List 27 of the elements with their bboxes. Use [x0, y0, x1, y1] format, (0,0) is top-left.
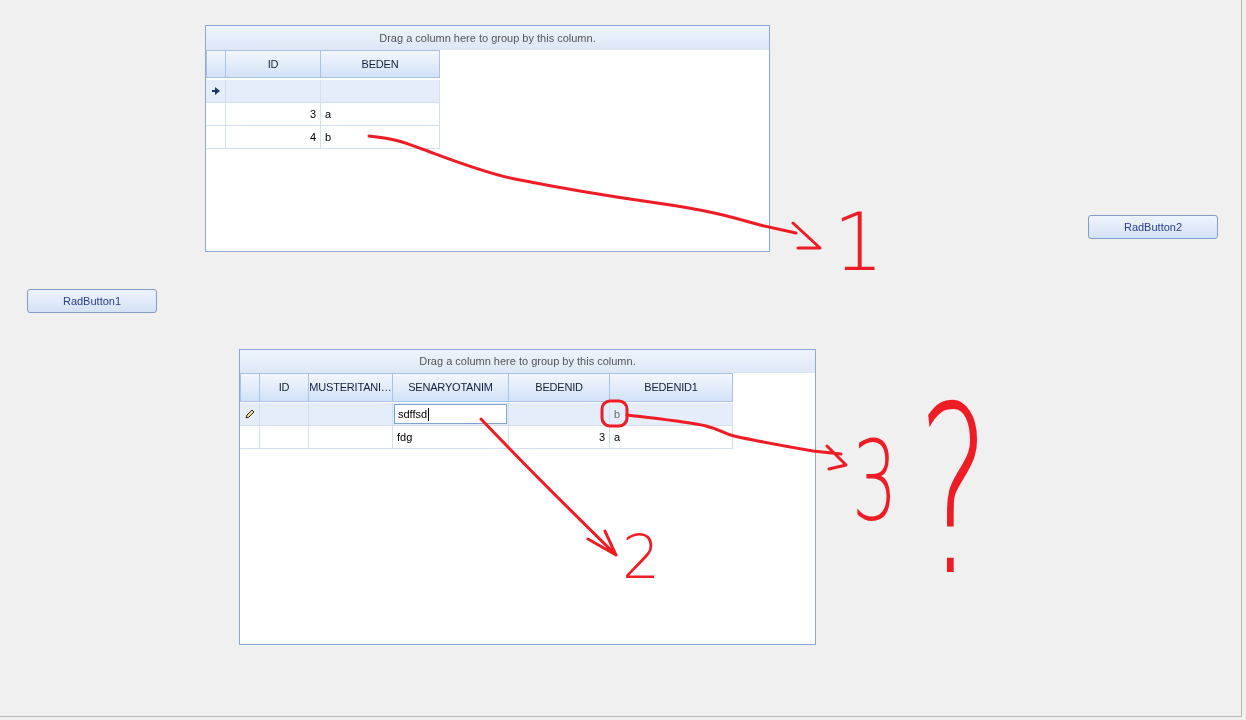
group-panel: Drag a column here to group by this column.	[206, 26, 769, 50]
table-cell: a	[321, 103, 440, 126]
handwritten-annotation: ?	[918, 376, 990, 608]
table-cell	[260, 426, 309, 449]
form-button[interactable]: RadButton1	[27, 289, 157, 313]
column-header[interactable]: SENARYOTANIM	[393, 373, 509, 402]
table-cell: fdg	[393, 426, 509, 449]
column-header[interactable]: MUSTERITANI…	[309, 373, 393, 402]
table-cell: b	[321, 126, 440, 149]
column-header[interactable]: ID	[260, 373, 309, 402]
row-header-cell	[206, 50, 226, 78]
column-header[interactable]: BEDENID	[509, 373, 610, 402]
column-header[interactable]: BEDENID1	[610, 373, 733, 402]
handwritten-annotation: 2	[622, 527, 661, 587]
handwritten-annotation: 1	[833, 203, 884, 283]
table-cell: 3	[509, 426, 610, 449]
table-cell: 3	[226, 103, 321, 126]
handwritten-annotation: 3	[852, 426, 898, 536]
form-button[interactable]: RadButton2	[1088, 215, 1218, 239]
group-panel: Drag a column here to group by this column.	[240, 350, 815, 373]
column-header[interactable]: BEDEN	[321, 50, 440, 78]
table-cell: a	[610, 426, 733, 449]
row-header-cell	[240, 373, 260, 402]
cell-editor-field[interactable]: sdffsd	[394, 404, 507, 424]
circle-annotation	[600, 399, 629, 428]
column-header[interactable]: ID	[226, 50, 321, 78]
table-cell: 4	[226, 126, 321, 149]
